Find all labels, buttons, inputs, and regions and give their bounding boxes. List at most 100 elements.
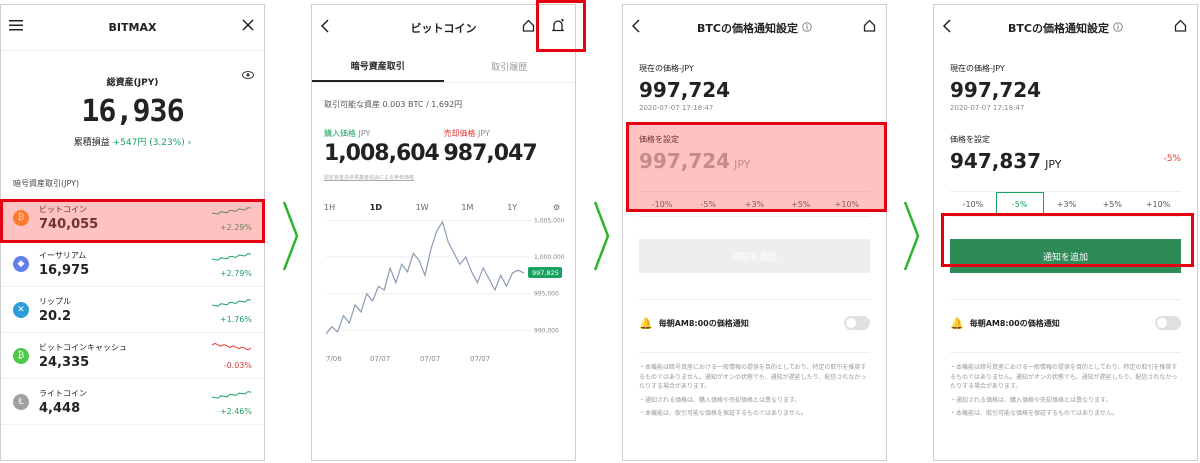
set-price-currency: JPY bbox=[1045, 158, 1062, 171]
x-tick-label: 07/07 bbox=[370, 355, 390, 363]
page-title: ビットコイン bbox=[410, 22, 477, 35]
daily-alert-toggle[interactable] bbox=[1155, 316, 1181, 330]
add-alert-button[interactable]: 通知を追加 bbox=[639, 239, 870, 273]
tab-trade[interactable]: 暗号資産取引 bbox=[312, 51, 444, 82]
info-icon[interactable] bbox=[802, 21, 812, 35]
highlight-bell-icon bbox=[536, 0, 586, 52]
chevron-right-icon bbox=[903, 200, 921, 272]
app-title: BITMAX bbox=[108, 21, 157, 34]
coin-icon: Ł bbox=[13, 393, 29, 410]
screen-bitcoin: ビットコイン 暗号資産取引 取引履歴 取引可能な資産 0.003 BTC / 1… bbox=[311, 4, 576, 461]
disclaimer-line: ・通知される価格は、購入価格や売却価格とは異なります。 bbox=[639, 396, 801, 404]
timestamp: 2020-07-07 17:18:47 bbox=[639, 104, 714, 112]
daily-alert-label: 毎朝AM8:00の価格通知 bbox=[658, 318, 749, 328]
reference-note[interactable]: 認定資金決済事業者協会による参考価格 bbox=[324, 174, 563, 181]
coin-name: ビットコインキャッシュ bbox=[39, 342, 127, 352]
coin-name: イーサリアム bbox=[39, 250, 87, 260]
chevron-right-icon bbox=[593, 200, 611, 272]
coin-price: 16,975 bbox=[39, 262, 90, 278]
current-price-label: 997,825 bbox=[532, 269, 559, 277]
info-icon[interactable] bbox=[1113, 21, 1123, 35]
sparkline bbox=[212, 391, 252, 399]
daily-alert-toggle[interactable] bbox=[844, 316, 870, 330]
y-tick-label: 1,005,000 bbox=[534, 217, 565, 224]
set-price-input[interactable]: 947,837 bbox=[950, 149, 1041, 173]
bell-icon: 🔔 bbox=[639, 316, 653, 330]
coin-icon: ✕ bbox=[13, 301, 29, 318]
sparkline bbox=[212, 342, 252, 351]
page-title: BTCの価格通知設定 bbox=[1008, 22, 1109, 35]
pl-label: 累積損益 bbox=[73, 138, 110, 148]
highlight-add-button bbox=[941, 213, 1194, 267]
daily-alert-label: 毎朝AM8:00の価格通知 bbox=[969, 318, 1060, 328]
section-label: 暗号資産取引(JPY) bbox=[13, 179, 80, 188]
coin-change: +2.79% bbox=[219, 269, 252, 278]
coin-name: リップル bbox=[39, 296, 71, 306]
total-assets-value: 16,936 bbox=[81, 94, 184, 129]
back-icon[interactable] bbox=[942, 19, 952, 36]
available-assets: 取引可能な資産 0.003 BTC / 1,692円 bbox=[324, 100, 463, 109]
coin-row[interactable]: Ł ライトコイン 4,448 +2.46% bbox=[1, 379, 264, 425]
bell-icon: 🔔 bbox=[950, 316, 964, 330]
coin-row[interactable]: ✕ リップル 20.2 +1.76% bbox=[1, 287, 264, 333]
header: BTCの価格通知設定 bbox=[934, 5, 1197, 51]
disclaimer: ・本機能は暗号資産における一般情報の提供を目的としており、特定の取引を推奨するも… bbox=[639, 352, 870, 419]
tab-bar: 暗号資産取引 取引履歴 bbox=[312, 51, 575, 83]
daily-alert-row: 🔔 毎朝AM8:00の価格通知 bbox=[950, 299, 1181, 330]
total-assets-label: 総資産(JPY) bbox=[106, 78, 159, 88]
back-icon[interactable] bbox=[631, 19, 641, 36]
x-tick-label: 07/07 bbox=[470, 355, 490, 363]
coin-icon: ◆ bbox=[13, 255, 29, 272]
daily-alert-row: 🔔 毎朝AM8:00の価格通知 bbox=[639, 299, 870, 330]
coin-price: 24,335 bbox=[39, 354, 90, 370]
home-icon[interactable] bbox=[863, 19, 876, 35]
chevron-right-icon bbox=[282, 200, 300, 272]
screen-alert-default: BTCの価格通知設定 現在の価格-JPY 997,724 2020-07-07 … bbox=[622, 4, 887, 461]
back-icon[interactable] bbox=[320, 19, 330, 36]
header: BTCの価格通知設定 bbox=[623, 5, 886, 51]
disclaimer-line: ・本機能は、取引可能な価格を保証するものではありません。 bbox=[639, 410, 807, 418]
y-tick-label: 995,000 bbox=[534, 291, 559, 298]
coin-price: 20.2 bbox=[39, 308, 72, 324]
x-tick-label: 07/07 bbox=[420, 355, 440, 363]
price-chart[interactable]: 1,005,000 1,000,000 995,000 990,000 997,825 7… bbox=[312, 205, 576, 385]
y-tick-label: 1,000,000 bbox=[534, 254, 565, 261]
close-icon[interactable] bbox=[242, 19, 254, 34]
buy-label: 購入価格 bbox=[324, 129, 356, 138]
disclaimer-line: ・通知される価格は、購入価格や売却価格とは異なります。 bbox=[950, 396, 1112, 404]
current-price: 997,724 bbox=[639, 78, 731, 102]
sparkline bbox=[212, 299, 252, 307]
set-price-label: 価格を設定 bbox=[950, 135, 990, 144]
timestamp: 2020-07-07 17:18:47 bbox=[950, 104, 1025, 112]
price-diff: -5% bbox=[1163, 154, 1181, 164]
coin-row[interactable]: ◆ イーサリアム 16,975 +2.79% bbox=[1, 241, 264, 287]
y-tick-label: 990,000 bbox=[534, 327, 559, 334]
header: BITMAX bbox=[1, 5, 264, 51]
disclaimer: ・本機能は暗号資産における一般情報の提供を目的としており、特定の取引を推奨するも… bbox=[950, 352, 1181, 419]
current-price-label: 現在の価格-JPY bbox=[639, 64, 694, 73]
coin-change: -0.03% bbox=[223, 361, 252, 370]
sparkline bbox=[212, 253, 252, 261]
hamburger-icon[interactable] bbox=[9, 19, 23, 34]
coin-price: 4,448 bbox=[39, 400, 81, 416]
home-icon[interactable] bbox=[1174, 19, 1187, 35]
sell-price: 987,047 bbox=[443, 141, 538, 166]
pl-value[interactable]: +547円 (3.23%) › bbox=[113, 138, 192, 148]
coin-change: +1.76% bbox=[219, 315, 252, 324]
sell-currency: JPY bbox=[478, 129, 490, 138]
buy-currency: JPY bbox=[358, 129, 371, 138]
tab-history[interactable]: 取引履歴 bbox=[444, 51, 576, 82]
coin-change: +2.46% bbox=[219, 407, 252, 416]
disclaimer-line: ・本機能は、取引可能な価格を保証するものではありません。 bbox=[950, 410, 1118, 418]
coin-row[interactable]: ₿ ビットコインキャッシュ 24,335 -0.03% bbox=[1, 333, 264, 379]
current-price-label: 現在の価格-JPY bbox=[950, 64, 1005, 73]
sell-label: 売却価格 bbox=[443, 129, 476, 138]
eye-icon[interactable] bbox=[242, 71, 254, 79]
highlight-bitcoin-row bbox=[0, 199, 265, 243]
buy-price: 1,008,604 bbox=[324, 141, 440, 166]
home-icon[interactable] bbox=[522, 19, 535, 35]
current-price: 997,724 bbox=[950, 78, 1042, 102]
page-title: BTCの価格通知設定 bbox=[697, 22, 798, 35]
price-line bbox=[325, 220, 525, 335]
x-tick-label: 7/06 bbox=[326, 355, 342, 363]
